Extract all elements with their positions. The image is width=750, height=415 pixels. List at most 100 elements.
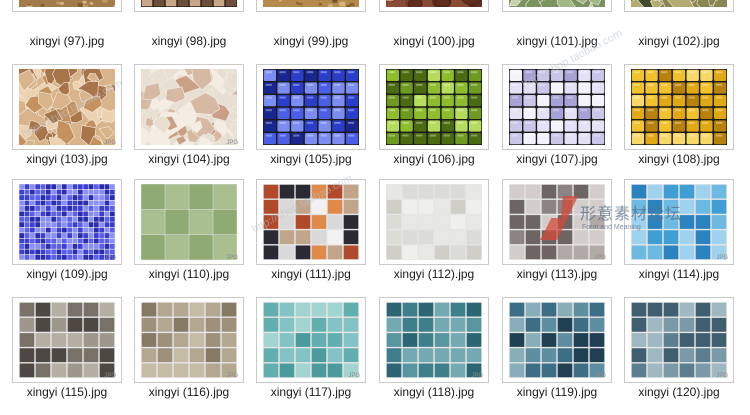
- thumbnail-frame[interactable]: [379, 64, 489, 150]
- file-item[interactable]: xingyi (106).jpg: [373, 64, 495, 182]
- mosaic-thumbnail: [509, 0, 605, 7]
- mosaic-thumbnail: [509, 184, 605, 260]
- file-name[interactable]: xingyi (112).jpg: [373, 267, 495, 281]
- mosaic-thumbnail: [386, 184, 482, 260]
- file-name[interactable]: xingyi (105).jpg: [250, 152, 372, 166]
- thumbnail-frame[interactable]: JPG: [12, 64, 122, 150]
- file-item[interactable]: JPG xingyi (115).jpg: [6, 297, 128, 415]
- thumbnail-frame[interactable]: JPG: [379, 297, 489, 383]
- file-item[interactable]: JPG xingyi (113).jpg: [496, 179, 618, 297]
- mosaic-thumbnail: [631, 302, 727, 378]
- thumbnail-grid: xingyi (97).jpgxingyi (98).jpgxingyi (99…: [0, 0, 750, 410]
- jpg-badge: JPG: [716, 373, 728, 379]
- file-name[interactable]: xingyi (118).jpg: [373, 385, 495, 399]
- file-item[interactable]: xingyi (105).jpg: [250, 64, 372, 182]
- file-name[interactable]: xingyi (117).jpg: [250, 385, 372, 399]
- thumbnail-frame[interactable]: [256, 64, 366, 150]
- jpg-badge: JPG: [226, 373, 238, 379]
- file-item[interactable]: JPG xingyi (114).jpg: [618, 179, 740, 297]
- file-name[interactable]: xingyi (110).jpg: [128, 267, 250, 281]
- file-name[interactable]: xingyi (99).jpg: [250, 34, 372, 48]
- file-name[interactable]: xingyi (104).jpg: [128, 152, 250, 166]
- file-item[interactable]: xingyi (108).jpg: [618, 64, 740, 182]
- thumbnail-frame[interactable]: JPG: [12, 179, 122, 265]
- jpg-badge: JPG: [594, 373, 606, 379]
- thumbnail-frame[interactable]: [624, 0, 734, 12]
- thumbnail-frame[interactable]: JPG: [624, 297, 734, 383]
- mosaic-thumbnail: [386, 0, 482, 7]
- jpg-badge: JPG: [226, 140, 238, 146]
- mosaic-thumbnail: [263, 69, 359, 145]
- thumbnail-frame[interactable]: JPG: [502, 297, 612, 383]
- file-name[interactable]: xingyi (102).jpg: [618, 34, 740, 48]
- file-name[interactable]: xingyi (111).jpg: [250, 267, 372, 281]
- thumbnail-frame[interactable]: [256, 0, 366, 12]
- file-name[interactable]: xingyi (120).jpg: [618, 385, 740, 399]
- thumbnail-frame[interactable]: [502, 0, 612, 12]
- thumbnail-frame[interactable]: JPG: [134, 179, 244, 265]
- file-name[interactable]: xingyi (98).jpg: [128, 34, 250, 48]
- file-item[interactable]: JPG xingyi (119).jpg: [496, 297, 618, 415]
- file-item[interactable]: JPG xingyi (117).jpg: [250, 297, 372, 415]
- thumbnail-frame[interactable]: [12, 0, 122, 12]
- thumbnail-frame[interactable]: [624, 64, 734, 150]
- thumbnail-frame[interactable]: [379, 0, 489, 12]
- thumbnail-frame[interactable]: [256, 179, 366, 265]
- jpg-badge: JPG: [104, 140, 116, 146]
- mosaic-thumbnail: [141, 184, 237, 260]
- thumbnail-frame[interactable]: JPG: [502, 179, 612, 265]
- file-item[interactable]: JPG xingyi (110).jpg: [128, 179, 250, 297]
- thumbnail-frame[interactable]: JPG: [134, 297, 244, 383]
- mosaic-thumbnail: [141, 69, 237, 145]
- jpg-badge: JPG: [104, 373, 116, 379]
- mosaic-thumbnail: [263, 184, 359, 260]
- mosaic-thumbnail: [19, 69, 115, 145]
- file-name[interactable]: xingyi (108).jpg: [618, 152, 740, 166]
- file-name[interactable]: xingyi (103).jpg: [6, 152, 128, 166]
- thumbnail-frame[interactable]: [379, 179, 489, 265]
- file-name[interactable]: xingyi (107).jpg: [496, 152, 618, 166]
- jpg-badge: JPG: [716, 255, 728, 261]
- file-name[interactable]: xingyi (113).jpg: [496, 267, 618, 281]
- file-name[interactable]: xingyi (114).jpg: [618, 267, 740, 281]
- mosaic-thumbnail: [263, 302, 359, 378]
- file-name[interactable]: xingyi (101).jpg: [496, 34, 618, 48]
- file-name[interactable]: xingyi (97).jpg: [6, 34, 128, 48]
- file-name[interactable]: xingyi (100).jpg: [373, 34, 495, 48]
- file-name[interactable]: xingyi (116).jpg: [128, 385, 250, 399]
- file-item[interactable]: JPG xingyi (120).jpg: [618, 297, 740, 415]
- file-item[interactable]: xingyi (107).jpg: [496, 64, 618, 182]
- jpg-badge: JPG: [594, 255, 606, 261]
- mosaic-thumbnail: [631, 184, 727, 260]
- file-item[interactable]: xingyi (111).jpg: [250, 179, 372, 297]
- mosaic-thumbnail: [263, 0, 359, 7]
- thumbnail-frame[interactable]: JPG: [12, 297, 122, 383]
- file-name[interactable]: xingyi (119).jpg: [496, 385, 618, 399]
- mosaic-thumbnail: [141, 0, 237, 7]
- file-name[interactable]: xingyi (109).jpg: [6, 267, 128, 281]
- jpg-badge: JPG: [226, 255, 238, 261]
- mosaic-thumbnail: [19, 302, 115, 378]
- file-item[interactable]: JPG xingyi (109).jpg: [6, 179, 128, 297]
- mosaic-thumbnail: [509, 302, 605, 378]
- file-item[interactable]: xingyi (112).jpg: [373, 179, 495, 297]
- thumbnail-frame[interactable]: JPG: [134, 64, 244, 150]
- mosaic-thumbnail: [19, 0, 115, 7]
- mosaic-thumbnail: [19, 184, 115, 260]
- file-item[interactable]: JPG xingyi (118).jpg: [373, 297, 495, 415]
- jpg-badge: JPG: [348, 373, 360, 379]
- file-item[interactable]: JPG xingyi (116).jpg: [128, 297, 250, 415]
- file-name[interactable]: xingyi (115).jpg: [6, 385, 128, 399]
- mosaic-thumbnail: [141, 302, 237, 378]
- jpg-badge: JPG: [471, 373, 483, 379]
- mosaic-thumbnail: [631, 0, 727, 7]
- mosaic-thumbnail: [386, 302, 482, 378]
- file-item[interactable]: JPG xingyi (104).jpg: [128, 64, 250, 182]
- file-item[interactable]: JPG xingyi (103).jpg: [6, 64, 128, 182]
- thumbnail-frame[interactable]: JPG: [624, 179, 734, 265]
- mosaic-thumbnail: [631, 69, 727, 145]
- thumbnail-frame[interactable]: JPG: [256, 297, 366, 383]
- file-name[interactable]: xingyi (106).jpg: [373, 152, 495, 166]
- thumbnail-frame[interactable]: [502, 64, 612, 150]
- thumbnail-frame[interactable]: [134, 0, 244, 12]
